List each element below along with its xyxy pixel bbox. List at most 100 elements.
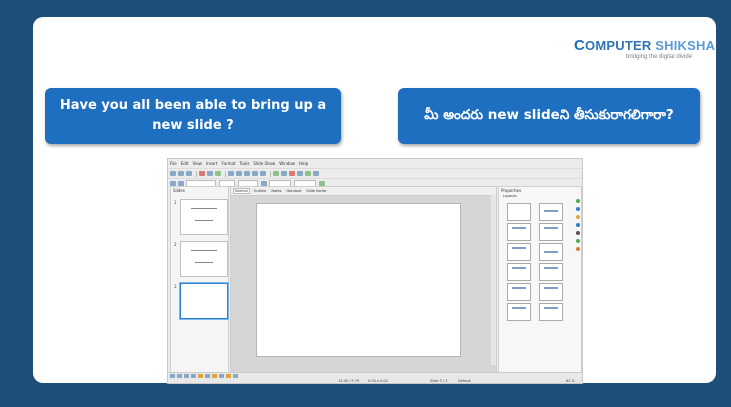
symbol-shapes-icon[interactable]: [212, 374, 217, 378]
blank-slide-page[interactable]: [256, 203, 461, 357]
question-telugu-bubble: మీ అందరు new slideని తీసుకురాగలిగారా?: [398, 88, 700, 144]
layout-title-content[interactable]: [507, 223, 531, 241]
layout-bar: [512, 267, 526, 269]
export-pdf-icon[interactable]: [199, 171, 205, 176]
new-slide-icon[interactable]: [313, 171, 319, 176]
rectangle-tool-icon[interactable]: [184, 374, 189, 378]
logo-brand: COMPUTER SHIKSHA: [574, 37, 716, 54]
layout-vertical-content[interactable]: [539, 303, 563, 321]
slides-pane: Slides 1 2 3: [170, 186, 229, 374]
spellcheck-icon[interactable]: [215, 171, 221, 176]
textbox-icon[interactable]: [297, 171, 303, 176]
slideshow-icon[interactable]: [305, 171, 311, 176]
master-slides-icon[interactable]: [576, 223, 580, 227]
slide-thumbnail-1[interactable]: 1: [174, 199, 228, 235]
menu-slide-show[interactable]: Slide Show: [253, 161, 275, 166]
menu-edit[interactable]: Edit: [181, 161, 189, 166]
slide-thumbnail-3[interactable]: 3: [174, 283, 228, 319]
shapes-tool-icon[interactable]: [205, 374, 210, 378]
undo-icon[interactable]: [252, 171, 258, 176]
menu-insert[interactable]: Insert: [206, 161, 217, 166]
tab-slide-sorter[interactable]: Slide Sorter: [305, 189, 327, 193]
standard-toolbar: [168, 168, 582, 178]
slide-number: 1: [174, 200, 177, 205]
open-icon[interactable]: [178, 171, 184, 176]
tab-normal[interactable]: Normal: [233, 188, 250, 194]
table-icon[interactable]: [273, 171, 279, 176]
paste-icon[interactable]: [244, 171, 250, 176]
slide-thumbnail-2[interactable]: 2: [174, 241, 228, 277]
arrows-tool-icon[interactable]: [219, 374, 224, 378]
layout-title-two-content[interactable]: [539, 223, 563, 241]
menu-tools[interactable]: Tools: [240, 161, 250, 166]
layout-blank[interactable]: [507, 203, 531, 221]
vertical-scrollbar[interactable]: [491, 195, 496, 365]
tab-notes[interactable]: Notes: [270, 189, 282, 193]
toolbar-separator: [270, 170, 271, 177]
menu-bar: File Edit View Insert Format Tools Slide…: [168, 159, 582, 168]
layout-bar: [512, 227, 526, 229]
image-icon[interactable]: [281, 171, 287, 176]
status-size: 0.00 x 0.00: [368, 379, 388, 383]
curve-tool-icon[interactable]: [198, 374, 203, 378]
logo-tagline: bridging the digital divide: [626, 54, 693, 60]
properties-tab-icon[interactable]: [576, 199, 580, 203]
navigator-icon[interactable]: [576, 231, 580, 235]
menu-file[interactable]: File: [170, 161, 177, 166]
select-tool-icon[interactable]: [170, 374, 175, 378]
tab-handout[interactable]: Handout: [285, 189, 302, 193]
text-tool-icon[interactable]: [191, 374, 196, 378]
slides-pane-title: Slides: [173, 188, 185, 193]
tab-outline[interactable]: Outline: [253, 189, 268, 193]
layout-title-content-2[interactable]: [539, 243, 563, 261]
stars-tool-icon[interactable]: [226, 374, 231, 378]
menu-view[interactable]: View: [192, 161, 202, 166]
layout-bar: [544, 307, 558, 309]
layout-bar: [512, 247, 526, 249]
slide-transition-icon[interactable]: [576, 207, 580, 211]
new-icon[interactable]: [170, 171, 176, 176]
layout-centered-text[interactable]: [507, 243, 531, 261]
status-zoom[interactable]: 62 %: [566, 379, 575, 383]
properties-title: Properties: [501, 188, 522, 193]
slide-number: 2: [174, 242, 177, 247]
gallery-icon[interactable]: [576, 239, 580, 243]
thumb-subtitle-line: [195, 262, 213, 263]
redo-icon[interactable]: [260, 171, 266, 176]
drawing-tools: [170, 374, 240, 379]
menu-help[interactable]: Help: [299, 161, 308, 166]
animation-icon[interactable]: [576, 215, 580, 219]
layout-bar: [544, 287, 558, 289]
computer-shiksha-logo: COMPUTER SHIKSHA bridging the digital di…: [574, 37, 716, 71]
menu-format[interactable]: Format: [221, 161, 235, 166]
3d-objects-icon[interactable]: [233, 374, 238, 378]
save-icon[interactable]: [186, 171, 192, 176]
chart-icon[interactable]: [289, 171, 295, 176]
layout-title-vertical[interactable]: [507, 303, 531, 321]
print-icon[interactable]: [207, 171, 213, 176]
layout-bar: [544, 251, 558, 253]
bottom-bar: 13.45 / 9.79 0.00 x 0.00 Slide 3 / 3 Def…: [168, 372, 582, 383]
layout-two-content-title[interactable]: [539, 263, 563, 281]
styles-icon[interactable]: [576, 247, 580, 251]
cut-icon[interactable]: [228, 171, 234, 176]
properties-sidebar: Properties Layouts: [498, 186, 582, 374]
thumb-title-line: [191, 250, 217, 251]
view-tabs: Normal Outline Notes Handout Slide Sorte…: [231, 187, 496, 196]
layout-title-only[interactable]: [539, 203, 563, 221]
toolbar-separator: [196, 170, 197, 177]
question-english-bubble: Have you all been able to bring up a new…: [45, 88, 341, 144]
slide-canvas: COMPUTER SHIKSHA bridging the digital di…: [33, 17, 716, 384]
impress-screenshot: File Edit View Insert Format Tools Slide…: [167, 158, 583, 384]
thumb-subtitle-line: [195, 220, 213, 221]
line-tool-icon[interactable]: [177, 374, 182, 378]
slide-number: 3: [174, 284, 177, 289]
layout-four-content[interactable]: [507, 283, 531, 301]
layout-bar: [544, 210, 558, 212]
layout-bar: [512, 307, 526, 309]
layout-six-content[interactable]: [539, 283, 563, 301]
layout-bar: [544, 267, 558, 269]
layout-content-title[interactable]: [507, 263, 531, 281]
menu-window[interactable]: Window: [279, 161, 295, 166]
copy-icon[interactable]: [236, 171, 242, 176]
